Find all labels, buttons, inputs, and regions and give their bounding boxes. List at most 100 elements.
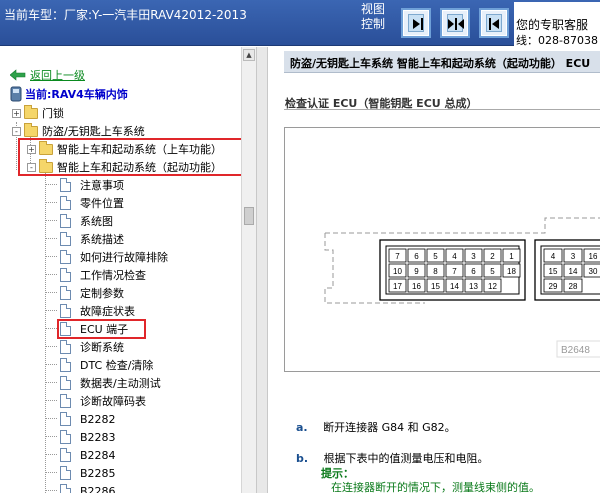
step-b-letter: b. — [296, 452, 309, 465]
tree-doc-item[interactable]: 零件位置 — [60, 194, 124, 212]
tree-item-label: B2285 — [80, 466, 116, 480]
current-node-label: 当前:RAV4车辆内饰 — [25, 88, 128, 101]
tree-item-label: B2286 — [80, 484, 116, 493]
scroll-up-icon[interactable]: ▲ — [243, 49, 255, 61]
content-title: 防盗/无钥匙上车系统 智能上车和起动系统（起动功能） ECU — [290, 57, 591, 70]
tree-folder-door-lock[interactable]: + 门锁 — [12, 104, 64, 122]
document-icon — [60, 196, 71, 210]
tree-doc-item[interactable]: 诊断故障码表 — [60, 392, 146, 410]
tree-item-label: 工作情况检查 — [80, 269, 146, 282]
connector-pin-label: 7 — [452, 267, 457, 276]
connector-pin-label: 8 — [433, 267, 438, 276]
tree-doc-item[interactable]: 定制参数 — [60, 284, 124, 302]
step-b: b. 根据下表中的值测量电压和电阻。 — [296, 450, 489, 466]
connector-pin-label: 30 — [589, 267, 598, 276]
contact-line-2: 线：028-87038 — [516, 34, 598, 46]
connector-pin-label: 4 — [452, 252, 457, 261]
tree-item-label: 诊断故障码表 — [80, 395, 146, 408]
tree-item-label: 如何进行故障排除 — [80, 251, 168, 264]
arrow-left-icon — [489, 18, 499, 30]
collapse-right-button[interactable] — [479, 8, 509, 38]
connector-pin-label: 15 — [431, 282, 440, 291]
connector-pin-label: 16 — [412, 282, 421, 291]
connector-pin-label: 6 — [414, 252, 419, 261]
step-a-letter: a. — [296, 421, 308, 434]
tree-item-label: B2283 — [80, 430, 116, 444]
expand-icon[interactable]: + — [12, 108, 21, 118]
connector-pin-label: 7 — [395, 252, 400, 261]
collapse-icon[interactable]: - — [12, 126, 21, 136]
folder-open-icon — [24, 122, 38, 137]
tree-doc-item[interactable]: B2286 — [60, 482, 116, 493]
tree-doc-item[interactable]: 注意事项 — [60, 176, 124, 194]
document-icon — [60, 268, 71, 282]
tree-item-label: DTC 检查/清除 — [80, 359, 154, 372]
connector-pin-label: 13 — [469, 282, 478, 291]
tree-item-label: 系统图 — [80, 215, 113, 228]
tree-doc-item[interactable]: 系统图 — [60, 212, 113, 230]
arrow-right-icon — [413, 18, 423, 30]
tree-item-label: 门锁 — [42, 107, 64, 120]
center-split-button[interactable] — [440, 8, 470, 38]
document-icon — [60, 394, 71, 408]
document-icon — [60, 484, 71, 493]
scroll-thumb[interactable] — [244, 207, 254, 225]
connector-pin-label: 12 — [488, 282, 497, 291]
tree-doc-item[interactable]: B2282 — [60, 410, 116, 428]
document-icon — [60, 214, 71, 228]
tree-doc-item[interactable]: 故障症状表 — [60, 302, 135, 320]
back-arrow-icon — [10, 69, 26, 81]
navigation-tree: 返回上一级 当前:RAV4车辆内饰 + 门锁 - 防盗/无钥匙上车系统 + 智能… — [0, 47, 241, 493]
tree-doc-item[interactable]: 系统描述 — [60, 230, 124, 248]
section-divider — [284, 109, 600, 110]
connector-drawing: 7 6 5 4 3 2 1 10 9 8 7 6 5 18 17 16 15 14 13 12 4 3 16 15 14 30 2… — [324, 217, 600, 358]
collapse-left-button[interactable] — [401, 8, 431, 38]
tree-doc-item[interactable]: B2283 — [60, 428, 116, 446]
tree-item-label: 零件位置 — [80, 197, 124, 210]
tree-item-label: 注意事项 — [80, 179, 124, 192]
tree-scrollbar[interactable]: ▲ — [241, 47, 256, 493]
arrows-inward-icon — [448, 18, 464, 30]
content-title-bar: 防盗/无钥匙上车系统 智能上车和起动系统（起动功能） ECU — [284, 51, 600, 73]
connector-pin-label: 5 — [433, 252, 438, 261]
panel-divider[interactable] — [256, 47, 268, 493]
document-icon — [60, 466, 71, 480]
tree-doc-item[interactable]: 数据表/主动测试 — [60, 374, 161, 392]
vehicle-icon — [10, 86, 22, 102]
connector-pin-label: 6 — [471, 267, 476, 276]
connector-pin-label: 3 — [571, 252, 576, 261]
connector-pin-label: 28 — [569, 282, 578, 291]
document-icon — [60, 250, 71, 264]
current-node: 当前:RAV4车辆内饰 — [10, 85, 128, 103]
tree-item-label: 定制参数 — [80, 287, 124, 300]
tree-item-label: 数据表/主动测试 — [80, 377, 161, 390]
connector-pin-label: 3 — [471, 252, 476, 261]
tree-doc-item[interactable]: 工作情况检查 — [60, 266, 146, 284]
tree-doc-item[interactable]: 诊断系统 — [60, 338, 124, 356]
document-icon — [60, 232, 71, 246]
back-link[interactable]: 返回上一级 — [10, 66, 85, 84]
tip-text: 在连接器断开的情况下，测量线束侧的值。 — [331, 481, 540, 493]
document-icon — [60, 286, 71, 300]
folder-icon — [24, 104, 38, 119]
connector-pin-label: 14 — [450, 282, 459, 291]
step-a: a. 断开连接器 G84 和 G82。 — [296, 419, 456, 435]
left-connector-pins: 7 6 5 4 3 2 1 10 9 8 7 6 5 18 17 16 15 14 13 12 — [388, 248, 521, 293]
tree-doc-item[interactable]: 如何进行故障排除 — [60, 248, 168, 266]
tree-item-label: 系统描述 — [80, 233, 124, 246]
document-icon — [60, 340, 71, 354]
document-icon — [60, 178, 71, 192]
connector-pin-label: 2 — [490, 252, 495, 261]
connector-pin-label: 16 — [589, 252, 598, 261]
tree-doc-item[interactable]: B2284 — [60, 446, 116, 464]
document-icon — [60, 448, 71, 462]
tree-item-label: B2284 — [80, 448, 116, 462]
contact-panel: 您的专职客服 线：028-87038 — [514, 2, 600, 46]
connector-pin-label: 9 — [414, 267, 419, 276]
tree-doc-item[interactable]: B2285 — [60, 464, 116, 482]
tree-item-label: 防盗/无钥匙上车系统 — [42, 125, 145, 138]
tree-item-label: B2282 — [80, 412, 116, 426]
tree-doc-item[interactable]: DTC 检查/清除 — [60, 356, 153, 374]
step-a-text: 断开连接器 G84 和 G82。 — [323, 421, 456, 434]
top-header: 当前车型：厂家:Y-一汽丰田RAV42012-2013 视图控制 您的专职客服 … — [0, 0, 600, 46]
